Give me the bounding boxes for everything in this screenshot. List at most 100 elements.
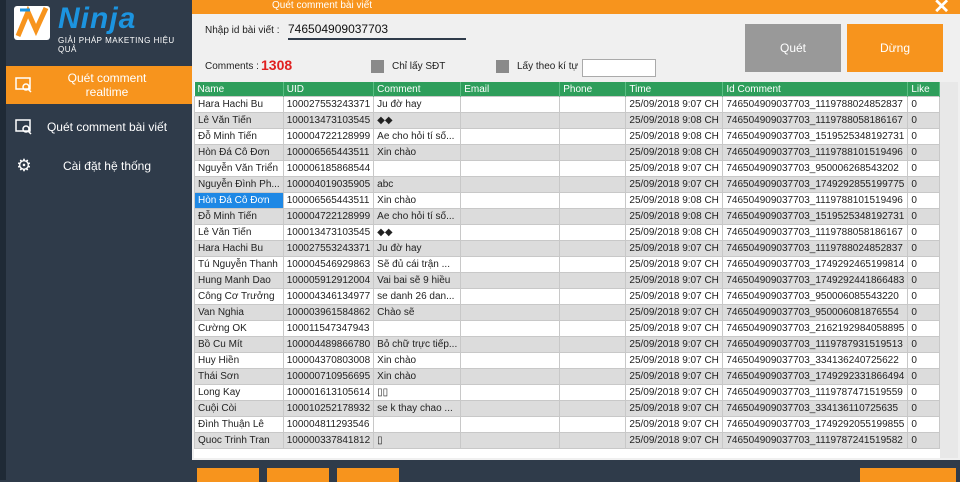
table-cell[interactable] (460, 96, 561, 113)
by-char-input[interactable] (582, 59, 656, 77)
table-cell[interactable]: 0 (907, 320, 940, 337)
table-cell[interactable]: 100013473103545 (282, 112, 375, 129)
table-cell[interactable]: 0 (907, 96, 940, 113)
table-cell[interactable]: 746504909037703_334136110725635 (722, 400, 909, 417)
table-cell[interactable] (460, 400, 561, 417)
table-cell[interactable]: 746504909037703_950006268543202 (722, 160, 909, 177)
table-cell[interactable] (559, 160, 627, 177)
table-cell[interactable]: Công Cơ Trưởng (194, 288, 284, 305)
table-row[interactable]: Đỗ Minh Tiến 100004722128999 Ae cho hỏi tí… (194, 128, 940, 145)
table-cell[interactable] (460, 416, 561, 433)
table-row[interactable]: Quoc Trinh Tran 100000337841812 ▯ 25/09/201… (194, 432, 940, 449)
table-cell[interactable] (559, 288, 627, 305)
table-cell[interactable]: 100006565443511 (282, 192, 375, 209)
scan-button[interactable]: Quét (745, 24, 841, 72)
table-row[interactable]: Bồ Cu Mít 100004489866780 Bỏ chữ trực tiếp… (194, 336, 940, 353)
table-row[interactable]: Cuội Còi 100010252178932 se k thay chao ..… (194, 400, 940, 417)
table-cell[interactable]: 746504909037703_1519525348192731 (722, 128, 909, 145)
table-cell[interactable]: 746504909037703_1119788058186167 (722, 224, 909, 241)
table-cell[interactable]: 746504909037703_1119787241519582 (722, 432, 909, 449)
table-cell[interactable]: Hung Manh Dao (194, 272, 284, 289)
table-cell[interactable]: 25/09/2018 9:07 CH (625, 240, 724, 257)
table-row[interactable]: Lê Văn Tiến 100013473103545 ◆◆ 25/09/2018 9… (194, 224, 940, 241)
table-cell[interactable] (460, 192, 561, 209)
table-cell[interactable]: 0 (907, 400, 940, 417)
table-cell[interactable]: 746504909037703_1119788058186167 (722, 112, 909, 129)
table-cell[interactable]: se danh 26 dan... (373, 288, 462, 305)
table-cell[interactable]: 100003961584862 (282, 304, 375, 321)
table-cell[interactable]: 100000710956695 (282, 368, 375, 385)
table-cell[interactable]: 100013473103545 (282, 224, 375, 241)
table-cell[interactable]: 25/09/2018 9:07 CH (625, 432, 724, 449)
table-cell[interactable]: 0 (907, 384, 940, 401)
table-cell[interactable] (373, 320, 462, 337)
table-cell[interactable]: 746504909037703_1749292465199814 (722, 256, 909, 273)
table-cell[interactable]: Bỏ chữ trực tiếp... (373, 336, 462, 353)
table-cell[interactable]: 25/09/2018 9:08 CH (625, 112, 724, 129)
table-cell[interactable]: 0 (907, 432, 940, 449)
table-cell[interactable]: 746504909037703_950006081876554 (722, 304, 909, 321)
table-cell[interactable] (373, 160, 462, 177)
table-cell[interactable]: Hòn Đá Cô Đơn (194, 192, 284, 209)
table-cell[interactable]: Vai bai sẽ 9 hiều (373, 272, 462, 289)
table-row[interactable]: Cường OK 100011547347943 25/09/2018 9:07 C… (194, 320, 940, 337)
table-cell[interactable]: 0 (907, 208, 940, 225)
table-cell[interactable]: 746504909037703_2162192984058895 (722, 320, 909, 337)
table-cell[interactable]: 25/09/2018 9:08 CH (625, 224, 724, 241)
table-cell[interactable]: 746504909037703_1119788024852837 (722, 240, 909, 257)
table-cell[interactable]: 25/09/2018 9:07 CH (625, 416, 724, 433)
table-cell[interactable]: 0 (907, 192, 940, 209)
table-cell[interactable]: 746504909037703_1119787471519559 (722, 384, 909, 401)
table-cell[interactable]: 100004370803008 (282, 352, 375, 369)
table-cell[interactable]: 746504909037703_1119788024852837 (722, 96, 909, 113)
table-cell[interactable] (559, 112, 627, 129)
table-cell[interactable]: 100004489866780 (282, 336, 375, 353)
table-cell[interactable] (460, 208, 561, 225)
table-row[interactable]: Hung Manh Dao 100005912912004 Vai bai sẽ 9… (194, 272, 940, 289)
table-cell[interactable]: Bồ Cu Mít (194, 336, 284, 353)
table-cell[interactable]: 25/09/2018 9:07 CH (625, 96, 724, 113)
table-cell[interactable]: 0 (907, 288, 940, 305)
table-cell[interactable]: Xin chào (373, 144, 462, 161)
table-cell[interactable]: 0 (907, 336, 940, 353)
table-cell[interactable]: 0 (907, 128, 940, 145)
table-cell[interactable]: Van Nghia (194, 304, 284, 321)
table-cell[interactable] (460, 240, 561, 257)
column-header[interactable]: Email (460, 82, 561, 97)
table-cell[interactable]: Nguyễn Đình Ph... (194, 176, 284, 193)
table-cell[interactable]: 25/09/2018 9:07 CH (625, 352, 724, 369)
table-cell[interactable]: Long Kay (194, 384, 284, 401)
table-row[interactable]: Nguyễn Đình Ph... 100004019035905 abc 25/09… (194, 176, 940, 193)
table-cell[interactable]: Huy Hiền (194, 352, 284, 369)
table-cell[interactable] (559, 384, 627, 401)
table-cell[interactable]: Ju đờ hay (373, 96, 462, 113)
table-cell[interactable] (460, 368, 561, 385)
table-cell[interactable] (460, 304, 561, 321)
table-cell[interactable]: Hara Hachi Bu (194, 96, 284, 113)
table-row[interactable]: Đình Thuận Lê 100004811293546 25/09/2018 9… (194, 416, 940, 433)
table-cell[interactable]: 100001613105614 (282, 384, 375, 401)
table-cell[interactable]: Thái Sơn (194, 368, 284, 385)
table-cell[interactable]: 100011547347943 (282, 320, 375, 337)
table-cell[interactable] (460, 256, 561, 273)
table-cell[interactable] (559, 256, 627, 273)
table-cell[interactable] (460, 384, 561, 401)
table-cell[interactable] (460, 112, 561, 129)
table-cell[interactable]: 25/09/2018 9:07 CH (625, 368, 724, 385)
by-char-checkbox[interactable] (496, 60, 509, 73)
table-cell[interactable] (559, 432, 627, 449)
table-cell[interactable]: 746504909037703_1119788101519496 (722, 192, 909, 209)
close-icon[interactable]: ✕ (933, 0, 950, 19)
table-cell[interactable]: 100027553243371 (282, 96, 375, 113)
table-cell[interactable] (460, 144, 561, 161)
column-header[interactable]: Comment (373, 82, 462, 97)
sidebar-item-realtime[interactable]: Quét comment realtime (6, 66, 192, 104)
table-cell[interactable]: 25/09/2018 9:08 CH (625, 128, 724, 145)
table-cell[interactable]: 0 (907, 144, 940, 161)
table-cell[interactable]: 0 (907, 256, 940, 273)
table-cell[interactable]: 25/09/2018 9:07 CH (625, 400, 724, 417)
table-cell[interactable] (373, 416, 462, 433)
table-cell[interactable]: 25/09/2018 9:08 CH (625, 144, 724, 161)
table-cell[interactable]: 746504909037703_1749292055199855 (722, 416, 909, 433)
column-header[interactable]: Time (625, 82, 724, 97)
